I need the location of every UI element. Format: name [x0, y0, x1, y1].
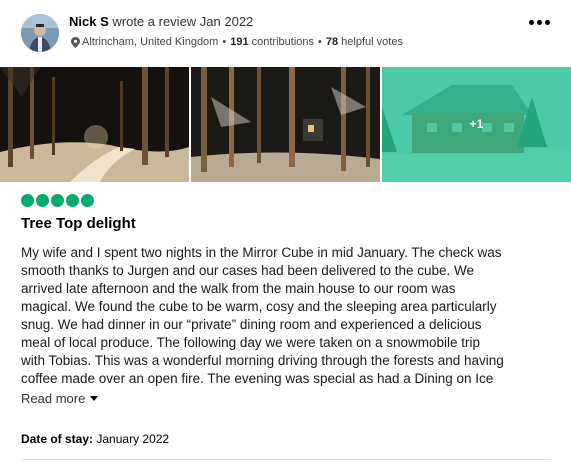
contributions-count: 191 [230, 36, 249, 48]
review-text-line: snug. We had dinner in our “private” din… [21, 317, 482, 332]
map-pin-icon [71, 36, 80, 48]
meta-separator: • [222, 36, 227, 48]
meta-separator: • [318, 36, 322, 48]
contributions-label: contributions [251, 36, 314, 48]
helpful-count: 78 [325, 36, 339, 48]
helpful-label: helpful votes [341, 36, 403, 48]
date-of-stay-label: Date of stay: [21, 432, 94, 446]
review-text-line: smooth thanks to Jurgen and our cases ha… [21, 263, 475, 278]
review-text-line: with Tobias. This was a wonderful mornin… [21, 353, 504, 368]
ellipsis-icon [528, 19, 534, 25]
date-of-stay: Date of stay: January 2022 [21, 432, 169, 446]
reviewer-location: Altrincham, United Kingdom [82, 36, 219, 48]
date-of-stay-value: January 2022 [96, 432, 170, 446]
ellipsis-dot [536, 19, 542, 25]
reviewer-avatar[interactable] [21, 14, 59, 52]
read-more-button[interactable]: Read more [21, 391, 99, 406]
review-text-line: arrived late afternoon and the walk from… [21, 281, 456, 296]
read-more-label: Read more [21, 391, 86, 406]
review-title[interactable]: Tree Top delight [21, 215, 136, 232]
review-header: Nick S wrote a review Jan 2022 Altrincha… [0, 0, 571, 66]
reviewer-line: Nick S wrote a review Jan 2022 [69, 14, 253, 29]
caret-down-icon [90, 396, 99, 401]
review-text-line: magical. We found the cube to be warm, c… [21, 299, 497, 314]
more-options-button[interactable] [528, 12, 550, 32]
review-text-line: My wife and I spent two nights in the Mi… [21, 245, 502, 260]
rating-bubble [51, 194, 64, 207]
review-photo-1[interactable] [0, 67, 189, 182]
review-text: My wife and I spent two nights in the Mi… [21, 244, 561, 388]
rating-bubble [66, 194, 79, 207]
review-text-line: meal of local produce. The following day… [21, 335, 480, 350]
rating-bubbles [21, 194, 94, 207]
reviewer-meta: Altrincham, United Kingdom • 191 contrib… [71, 36, 403, 48]
reviewer-name[interactable]: Nick S [69, 14, 109, 29]
ellipsis-dot [544, 19, 550, 25]
review-photo-2[interactable] [191, 67, 380, 182]
rating-bubble [36, 194, 49, 207]
review-text-line: coffee made over an open fire. The eveni… [21, 371, 494, 386]
rating-bubble [21, 194, 34, 207]
review-photos: +1 [0, 67, 571, 182]
section-divider [21, 459, 551, 460]
review-action: wrote a review Jan 2022 [112, 14, 254, 29]
review-photo-3[interactable]: +1 [382, 67, 571, 182]
rating-bubble [81, 194, 94, 207]
more-photos-count: +1 [469, 117, 484, 131]
